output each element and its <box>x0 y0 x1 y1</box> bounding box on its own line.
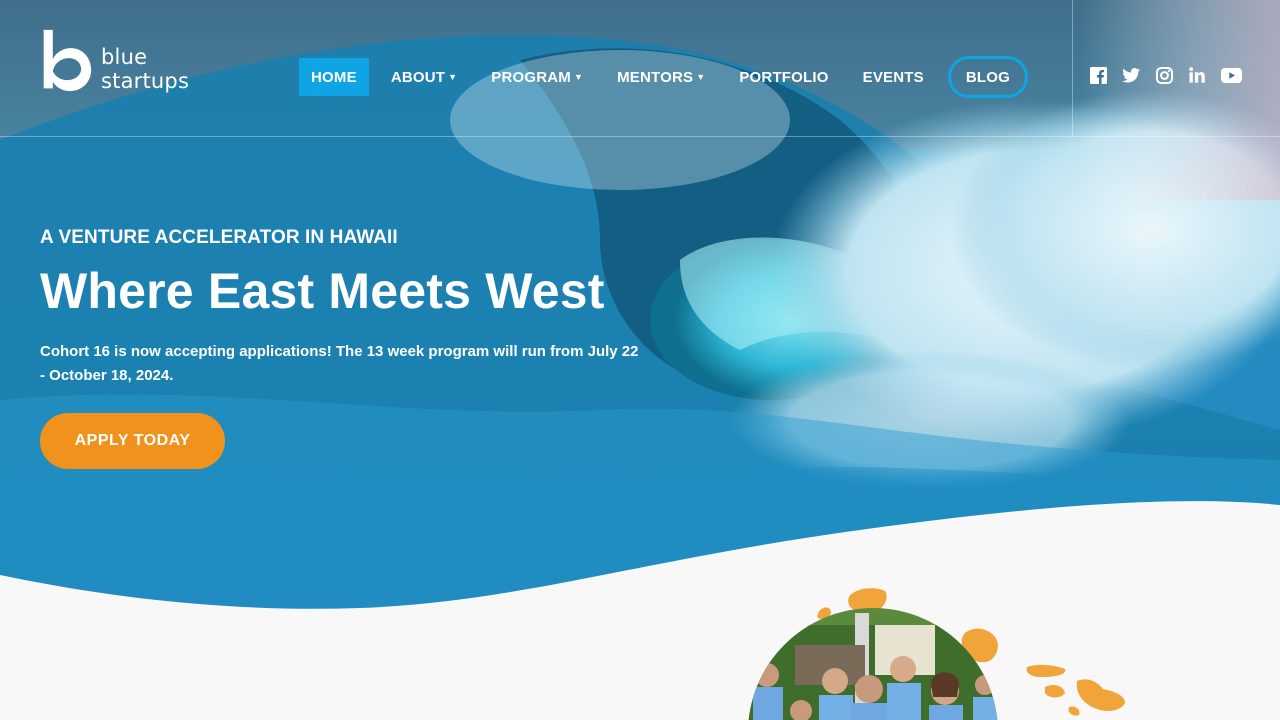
linkedin-icon[interactable] <box>1188 66 1206 84</box>
site-header: blue startups HOME ABOUT ▼ PROGRAM ▼ MEN… <box>0 0 1280 137</box>
nav-label: PROGRAM <box>491 68 571 86</box>
nav-mentors[interactable]: MENTORS ▼ <box>605 58 717 96</box>
nav-label: HOME <box>311 68 357 86</box>
instagram-icon[interactable] <box>1155 66 1173 84</box>
nav-label: PORTFOLIO <box>739 68 829 86</box>
nav-about[interactable]: ABOUT ▼ <box>379 58 469 96</box>
nav-home[interactable]: HOME <box>299 58 369 96</box>
caret-down-icon: ▼ <box>573 72 584 82</box>
header-divider <box>1072 0 1073 137</box>
nav-label: MENTORS <box>617 68 694 86</box>
nav-label: ABOUT <box>390 68 446 86</box>
nav-portfolio[interactable]: PORTFOLIO <box>727 58 840 96</box>
nav-label: EVENTS <box>862 68 924 86</box>
island-shape <box>1068 706 1080 716</box>
nav-events[interactable]: EVENTS <box>851 58 936 96</box>
nav-program[interactable]: PROGRAM ▼ <box>479 58 595 96</box>
facebook-icon[interactable] <box>1089 66 1107 84</box>
apply-today-button[interactable]: APPLY TODAY <box>40 413 225 469</box>
youtube-icon[interactable] <box>1221 66 1242 84</box>
island-shape <box>1045 685 1065 698</box>
hero-headline: Where East Meets West <box>40 263 605 319</box>
main-nav: HOME ABOUT ▼ PROGRAM ▼ MENTORS ▼ PORTFOL… <box>299 55 1038 99</box>
team-photo-islands-graphic <box>748 588 1125 720</box>
brand-name: blue startups <box>101 45 190 93</box>
logo-b-mark-icon <box>43 29 92 92</box>
caret-down-icon: ▼ <box>448 72 458 82</box>
island-shape <box>1026 664 1066 677</box>
brand-logo[interactable]: blue startups <box>40 24 230 96</box>
hero-description: Cohort 16 is now accepting applications!… <box>40 343 639 384</box>
hero-eyebrow: A VENTURE ACCELERATOR IN HAWAII <box>40 227 398 248</box>
social-links <box>1089 66 1242 84</box>
twitter-icon[interactable] <box>1122 66 1140 84</box>
island-shape <box>1076 679 1125 711</box>
nav-blog[interactable]: BLOG <box>947 56 1028 98</box>
caret-down-icon: ▼ <box>696 72 706 82</box>
nav-label: BLOG <box>965 68 1010 86</box>
